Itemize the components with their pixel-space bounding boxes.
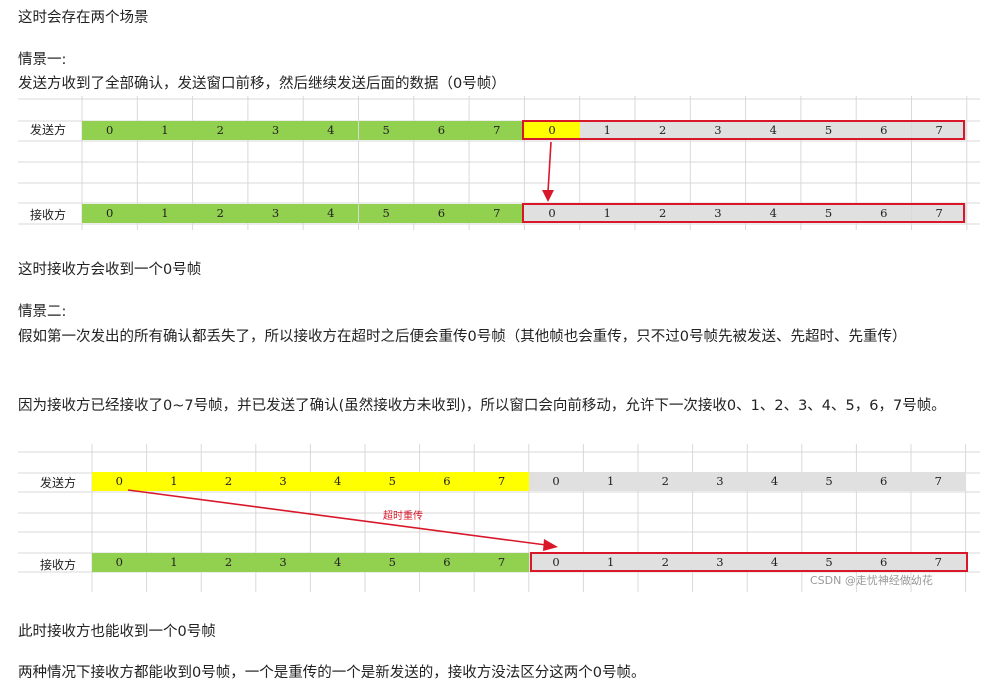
case1-title: 情景一: — [18, 52, 67, 68]
figure-1: 发送方 接收方 0123456701234567 012345670123456… — [18, 96, 980, 230]
case2-title: 情景二: — [18, 304, 67, 320]
retransmit-arrow — [127, 489, 558, 551]
figure-2: 发送方 接收方 0123456701234567 012345670123456… — [18, 444, 980, 592]
case2-desc2: 因为接收方已经接收了0~7号帧，并已发送了确认(虽然接收方未收到)，所以窗口会向… — [18, 398, 946, 414]
case1-desc: 发送方收到了全部确认，发送窗口前移，然后继续发送后面的数据（0号帧） — [18, 76, 506, 92]
intro-text: 这时会存在两个场景 — [18, 10, 149, 26]
conclusion-text: 两种情况下接收方都能收到0号帧，一个是重传的一个是新发送的，接收方没法区分这两个… — [18, 665, 646, 681]
watermark: CSDN @走忧神经做幼花 — [810, 574, 933, 587]
case2-desc: 假如第一次发出的所有确认都丢失了，所以接收方在超时之后便会重传0号帧（其他帧也会… — [18, 329, 907, 345]
para-receive-zero: 这时接收方会收到一个0号帧 — [18, 262, 202, 278]
send-arrow — [542, 141, 554, 202]
retransmit-label: 超时重传 — [383, 511, 423, 522]
para-receive-zero-2: 此时接收方也能收到一个0号帧 — [18, 624, 216, 640]
